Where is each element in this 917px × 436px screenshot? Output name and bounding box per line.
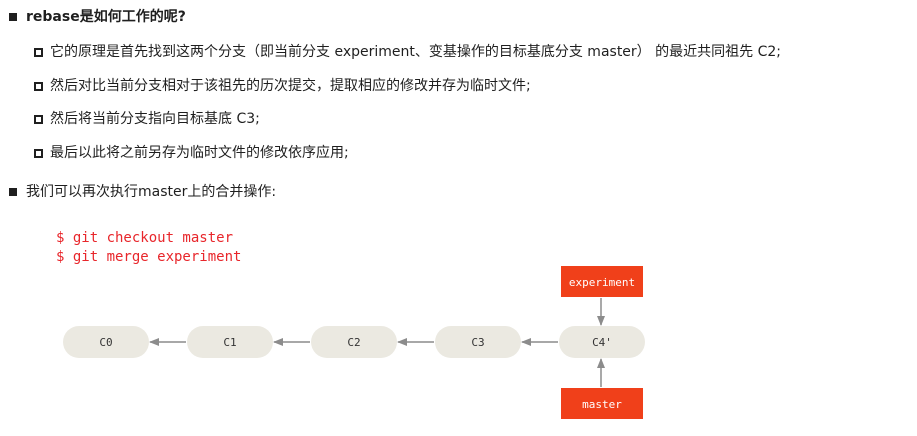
branch-ref-experiment: experiment	[561, 266, 643, 297]
commit-c2: C2	[311, 326, 397, 358]
branch-ref-master: master	[561, 388, 643, 419]
commit-graph-diagram: C0 C1 C2 C3 C4' experiment master	[63, 266, 645, 419]
commit-label: C1	[223, 336, 236, 349]
commit-label: C0	[99, 336, 112, 349]
commit-c0: C0	[63, 326, 149, 358]
commit-label: C3	[471, 336, 484, 349]
commit-c1: C1	[187, 326, 273, 358]
commit-label: C4'	[592, 336, 612, 349]
branch-label: experiment	[569, 276, 635, 289]
commit-c4-prime: C4'	[559, 326, 645, 358]
commit-label: C2	[347, 336, 360, 349]
commit-c3: C3	[435, 326, 521, 358]
branch-label: master	[582, 398, 622, 411]
